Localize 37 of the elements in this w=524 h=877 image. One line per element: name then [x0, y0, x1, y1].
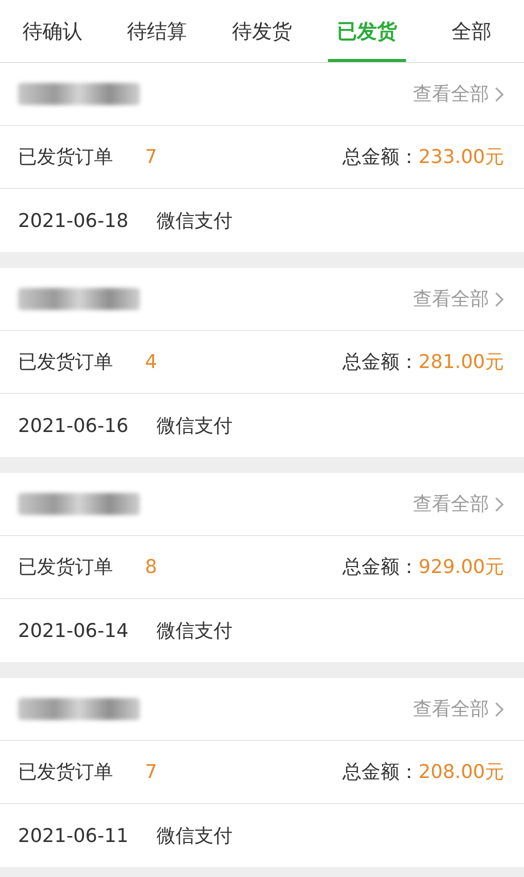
chevron-right-icon [495, 86, 504, 102]
payment-method: 微信支付 [156, 208, 232, 234]
view-all-link[interactable]: 查看全部 [413, 696, 504, 722]
order-count: 7 [145, 761, 158, 783]
tab[interactable]: 已发货 [314, 0, 420, 62]
chevron-right-icon [495, 292, 504, 306]
total-amount: 929.00元 [418, 555, 504, 580]
order-status-label: 已发货订单 [18, 350, 113, 375]
payment-method: 微信支付 [156, 618, 232, 644]
tab[interactable]: 全部 [419, 0, 524, 62]
tab[interactable]: 待发货 [210, 0, 314, 62]
order-count: 7 [145, 146, 158, 168]
order-date: 2021-06-11 [18, 824, 128, 846]
total-amount: 208.00元 [418, 760, 504, 785]
view-all-link[interactable]: 查看全部 [413, 81, 504, 107]
total-amount: 281.00元 [418, 350, 504, 375]
view-all-link[interactable]: 查看全部 [413, 491, 504, 517]
order-date: 2021-06-14 [18, 620, 128, 642]
tab[interactable]: 待结算 [104, 0, 210, 62]
order-status-label: 已发货订单 [18, 760, 113, 785]
order-date: 2021-06-18 [18, 210, 128, 232]
total-label: 总金额： [342, 145, 419, 170]
order-status-label: 已发货订单 [18, 555, 113, 580]
order-date: 2021-06-16 [18, 414, 128, 436]
order-count: 4 [145, 351, 158, 373]
total-label: 总金额： [342, 760, 419, 785]
total-label: 总金额： [342, 555, 419, 580]
tab[interactable]: 待确认 [0, 0, 105, 62]
total-amount: 233.00元 [418, 145, 504, 170]
chevron-right-icon [495, 702, 504, 716]
total-label: 总金额： [342, 350, 419, 375]
chevron-right-icon [495, 496, 504, 512]
payment-method: 微信支付 [156, 414, 232, 438]
order-status-label: 已发货订单 [18, 145, 113, 170]
view-all-link[interactable]: 查看全部 [413, 286, 504, 312]
order-count: 8 [145, 556, 158, 578]
payment-method: 微信支付 [156, 824, 232, 848]
